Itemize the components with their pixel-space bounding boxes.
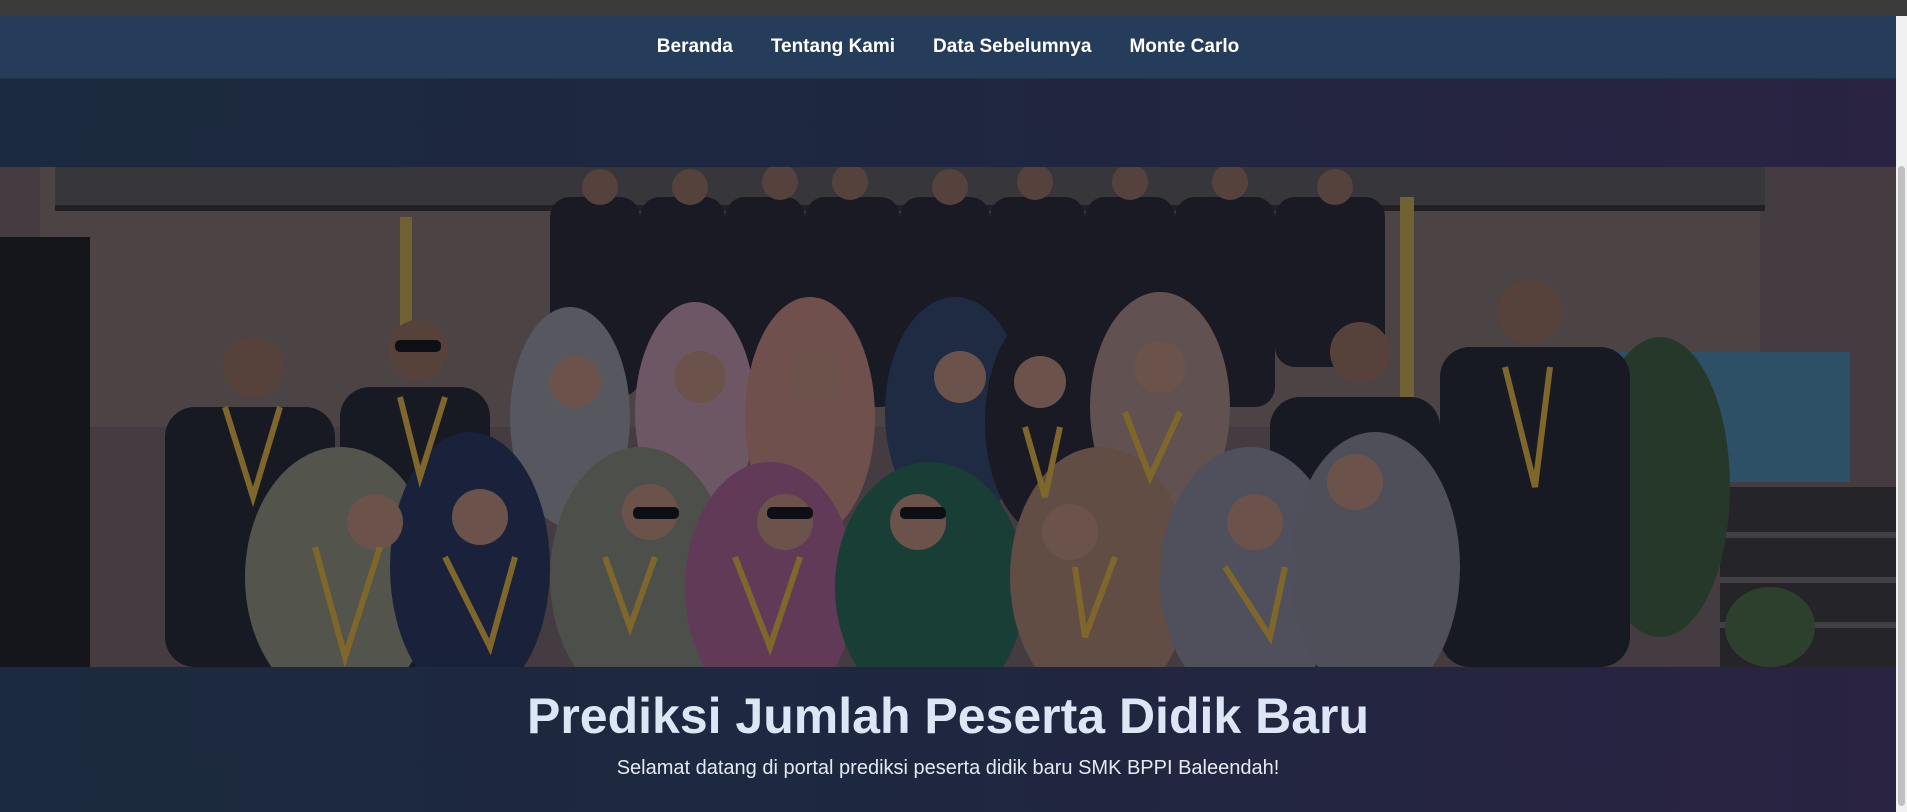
group-photo-illustration: [0, 167, 1896, 667]
hero-image: [0, 167, 1896, 667]
browser-top-bar: [0, 0, 1907, 16]
page-subtitle: Selamat datang di portal prediksi pesert…: [616, 757, 1280, 779]
nav-links: Beranda Tentang Kami Data Sebelumnya Mon…: [657, 36, 1239, 58]
scrollbar-thumb[interactable]: [1898, 166, 1905, 806]
page: Beranda Tentang Kami Data Sebelumnya Mon…: [0, 16, 1896, 812]
hero-text: Prediksi Jumlah Peserta Didik Baru Selam…: [0, 667, 1896, 780]
vertical-scrollbar[interactable]: [1896, 16, 1907, 812]
nav-link-monte-carlo[interactable]: Monte Carlo: [1129, 36, 1239, 58]
nav-link-beranda[interactable]: Beranda: [657, 36, 733, 58]
nav-link-data-sebelumnya[interactable]: Data Sebelumnya: [933, 36, 1091, 58]
nav-link-tentang-kami[interactable]: Tentang Kami: [771, 36, 895, 58]
navbar: Beranda Tentang Kami Data Sebelumnya Mon…: [0, 16, 1896, 79]
page-title: Prediksi Jumlah Peserta Didik Baru: [526, 688, 1370, 744]
